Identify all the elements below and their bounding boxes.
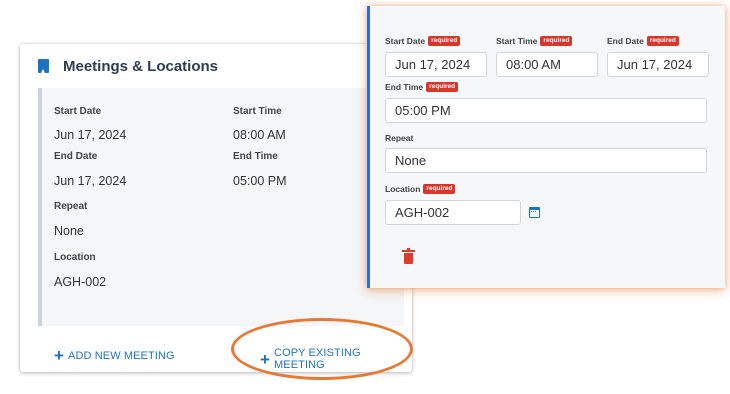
start-date-value: Jun 17, 2024 [54, 128, 127, 142]
start-date-label: Start Date [54, 106, 102, 117]
meetings-locations-card: Meetings & Locations Start Date Jun 17, … [20, 44, 412, 372]
required-badge: required [428, 36, 461, 46]
meeting-summary: Start Date Jun 17, 2024 Start Time 08:00… [38, 88, 404, 326]
start-time-input[interactable]: 08:00 AM [496, 52, 598, 77]
required-badge: required [426, 82, 459, 92]
card-actions: + ADD NEW MEETING + COPY EXISTING MEETIN… [54, 347, 414, 371]
start-time-label-text: Start Time [496, 36, 538, 46]
end-date-input[interactable]: Jun 17, 2024 [607, 52, 709, 77]
repeat-select[interactable]: None [385, 148, 707, 173]
start-time-label: Start Time required [496, 36, 573, 46]
add-new-meeting-button[interactable]: + ADD NEW MEETING [54, 347, 175, 364]
copy-existing-meeting-label: COPY EXISTING MEETING [274, 347, 361, 371]
end-time-input[interactable]: 05:00 PM [385, 98, 707, 123]
repeat-value: None [54, 224, 84, 238]
start-date-input[interactable]: Jun 17, 2024 [385, 52, 487, 77]
add-new-meeting-label: ADD NEW MEETING [68, 349, 175, 362]
bookmark-icon [38, 59, 49, 73]
end-date-label-text: End Date [607, 36, 644, 46]
required-badge: required [423, 184, 456, 194]
end-date-label: End Date required [607, 36, 679, 46]
copy-existing-meeting-button[interactable]: + COPY EXISTING MEETING [260, 347, 414, 371]
end-time-value: 05:00 PM [233, 174, 287, 188]
location-label: Location required [385, 184, 456, 194]
required-badge: required [646, 36, 679, 46]
location-input[interactable]: AGH-002 [385, 200, 521, 225]
card-header: Meetings & Locations [38, 52, 218, 80]
end-time-label-text: End Time [385, 82, 424, 92]
end-time-label: End Time required [385, 82, 459, 92]
end-date-label: End Date [54, 151, 98, 162]
trash-icon[interactable] [402, 248, 415, 264]
location-label-text: Location [385, 184, 421, 194]
plus-icon: + [260, 349, 271, 369]
end-time-label: End Time [233, 151, 278, 162]
required-badge: required [540, 36, 573, 46]
calendar-icon[interactable] [529, 207, 540, 218]
repeat-label: Repeat [54, 201, 88, 212]
location-value: AGH-002 [54, 275, 107, 289]
meeting-edit-panel: Start Date required Jun 17, 2024 Start T… [367, 6, 725, 288]
start-time-label: Start Time [233, 106, 282, 117]
start-time-value: 08:00 AM [233, 128, 286, 142]
end-date-value: Jun 17, 2024 [54, 174, 127, 188]
location-label: Location [54, 252, 96, 263]
card-title: Meetings & Locations [63, 57, 219, 75]
repeat-label: Repeat [385, 133, 414, 143]
start-date-label: Start Date required [385, 36, 461, 46]
start-date-label-text: Start Date [385, 36, 426, 46]
plus-icon: + [54, 346, 65, 365]
